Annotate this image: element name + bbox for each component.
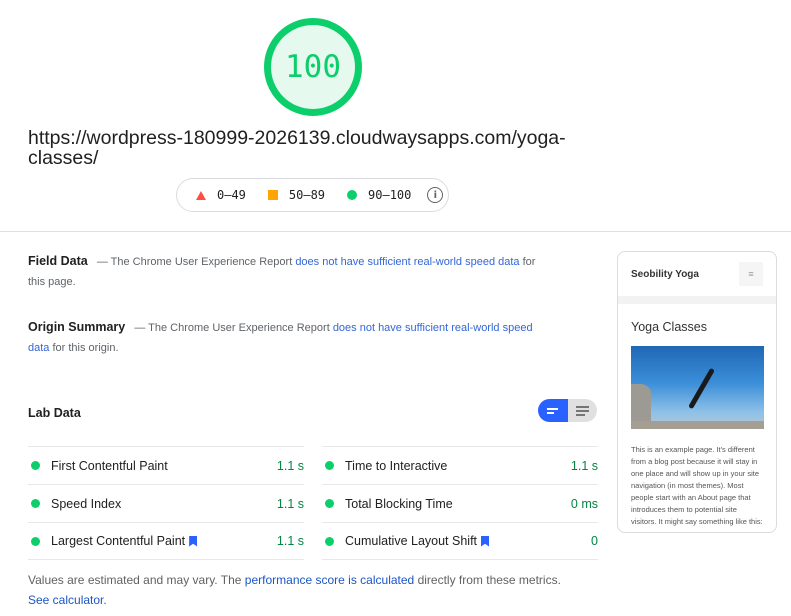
metric-value: 1.1 s [276,458,304,473]
preview-site-name: Seobility Yoga [631,268,699,280]
metric-total-blocking-time: Total Blocking Time 0 ms [322,484,598,522]
preview-header-band [618,296,776,304]
bookmark-icon [189,535,198,547]
preview-site-header: Seobility Yoga ≡ [618,252,776,296]
metric-value: 1.1 s [276,496,304,511]
field-data-section: Field Data — The Chrome User Experience … [28,251,548,292]
image-figure [688,367,715,410]
detailed-lines-icon [575,405,589,408]
performance-score-link[interactable]: performance score is calculated [245,573,414,587]
field-data-title: Field Data [28,254,88,268]
tested-url: https://wordpress-180999-2026139.cloudwa… [28,127,566,169]
metric-value: 0 [591,534,598,548]
score-value: 100 [285,49,341,85]
legend-pass: 90–100 [347,188,411,202]
page-screenshot-preview: Seobility Yoga ≡ Yoga Classes This is an… [617,251,777,533]
pass-dot-icon [31,499,40,508]
metric-label: First Contentful Paint [51,458,168,473]
circle-icon [347,190,358,200]
lab-data-title: Lab Data [28,406,81,420]
performance-score-gauge: 100 [264,18,362,116]
score-legend: 0–49 50–89 90–100 i [176,178,449,212]
detailed-lines-icon-bar [575,413,585,416]
footnote-prefix: Values are estimated and may vary. The [28,573,242,587]
metrics-right-column: Time to Interactive 1.1 s Total Blocking… [322,446,598,560]
metric-time-to-interactive: Time to Interactive 1.1 s [322,446,598,484]
lab-metrics: First Contentful Paint 1.1 s Speed Index… [28,446,598,560]
summary-view-button[interactable] [538,399,568,422]
summary-lines-icon [547,407,559,410]
view-toggle[interactable] [538,399,597,422]
metric-cumulative-layout-shift: Cumulative Layout Shift 0 [322,522,598,560]
detailed-lines-icon-bar [575,409,589,412]
metric-label-wrap: Cumulative Layout Shift [345,534,591,548]
metric-label: Cumulative Layout Shift [345,534,478,548]
legend-average: 50–89 [267,188,326,202]
origin-summary-prefix: — The Chrome User Experience Report [134,322,330,334]
see-calculator-link[interactable]: See calculator. [28,593,107,607]
metric-value: 0 ms [570,496,598,511]
preview-yoga-image [631,346,764,429]
bookmark-icon [481,535,490,547]
metric-largest-contentful-paint: Largest Contentful Paint 1.1 s [28,522,304,560]
metrics-left-column: First Contentful Paint 1.1 s Speed Index… [28,446,304,560]
lab-data-footnote: Values are estimated and may vary. The p… [28,570,568,610]
pass-dot-icon [325,461,334,470]
metric-speed-index: Speed Index 1.1 s [28,484,304,522]
origin-summary-section: Origin Summary — The Chrome User Experie… [28,317,548,358]
legend-pass-range: 90–100 [368,188,412,202]
metric-label: Total Blocking Time [345,496,453,511]
origin-summary-title: Origin Summary [28,320,126,334]
summary-lines-icon-bar [547,411,555,414]
origin-summary-suffix: for this origin. [52,342,119,354]
metric-label: Largest Contentful Paint [51,534,186,548]
square-icon [267,190,278,200]
section-divider [0,231,791,232]
metric-value: 1.1 s [570,458,598,473]
metric-label-wrap: Largest Contentful Paint [51,534,277,548]
metric-label: Time to Interactive [345,458,448,473]
score-circle: 100 [264,18,362,116]
pass-dot-icon [31,536,40,546]
hamburger-menu-icon: ≡ [739,262,763,286]
metric-first-contentful-paint: First Contentful Paint 1.1 s [28,446,304,484]
metric-value: 1.1 s [276,534,304,548]
footnote-middle: directly from these metrics. [417,573,561,587]
legend-fail-range: 0–49 [217,188,246,202]
field-data-prefix: — The Chrome User Experience Report [96,256,293,268]
legend-average-range: 50–89 [288,188,326,202]
pass-dot-icon [325,536,334,546]
pass-dot-icon [31,461,40,470]
triangle-icon [196,190,206,200]
field-data-link[interactable]: does not have sufficient real-world spee… [295,256,519,268]
info-icon[interactable]: i [427,187,444,203]
legend-fail: 0–49 [196,188,246,202]
preview-body-text: This is an example page. It's different … [631,445,763,526]
image-ground [631,421,764,429]
detailed-view-button[interactable] [567,399,597,422]
preview-page-title: Yoga Classes [631,320,707,334]
metric-label: Speed Index [51,496,122,511]
pass-dot-icon [325,499,334,508]
